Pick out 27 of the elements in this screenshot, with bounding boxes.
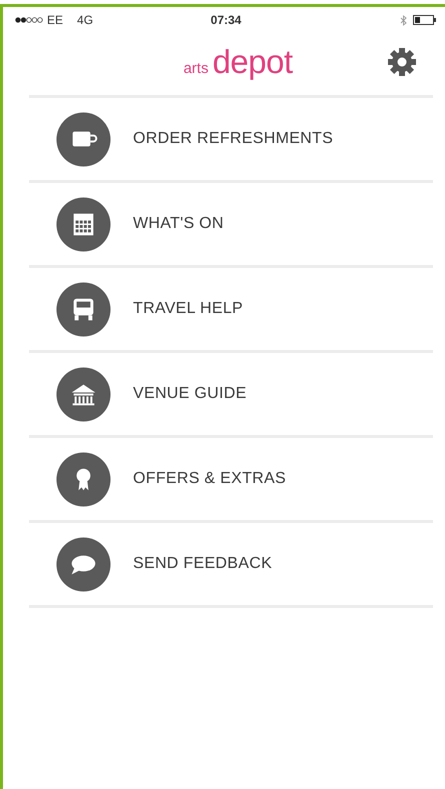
logo-text: arts bbox=[183, 60, 208, 77]
settings-icon[interactable] bbox=[387, 47, 417, 77]
menu-item-label: TRAVEL HELP bbox=[133, 300, 244, 318]
menu-item-label: WHAT'S ON bbox=[133, 215, 224, 233]
menu-item[interactable]: SEND FEEDBACK bbox=[29, 523, 433, 608]
time-text: 07:34 bbox=[210, 13, 242, 27]
calendar-icon bbox=[56, 196, 111, 252]
carrier-text: EE bbox=[47, 13, 64, 27]
bluetooth-icon bbox=[400, 14, 407, 26]
cup-icon bbox=[56, 112, 111, 166]
bus-icon bbox=[56, 282, 111, 336]
building-icon bbox=[56, 366, 111, 422]
menu-item[interactable]: TRAVEL HELP bbox=[29, 268, 433, 353]
rosette-icon bbox=[56, 452, 111, 506]
signal-icon bbox=[15, 17, 43, 23]
battery-icon bbox=[412, 15, 437, 25]
network-text: 4G bbox=[77, 13, 94, 27]
menu-item-label: VENUE GUIDE bbox=[133, 385, 247, 403]
menu-item-label: SEND FEEDBACK bbox=[133, 555, 272, 573]
menu-item[interactable]: WHAT'S ON bbox=[29, 183, 433, 268]
menu-item-label: ORDER REFRESHMENTS bbox=[133, 130, 334, 148]
speech-bubble-icon bbox=[56, 536, 111, 592]
logo-text: depot bbox=[212, 43, 293, 81]
menu-item[interactable]: OFFERS & EXTRAS bbox=[29, 438, 433, 523]
menu-item[interactable]: ORDER REFRESHMENTS bbox=[29, 98, 433, 183]
menu-item-label: OFFERS & EXTRAS bbox=[133, 470, 286, 488]
menu-item[interactable]: VENUE GUIDE bbox=[29, 353, 433, 438]
